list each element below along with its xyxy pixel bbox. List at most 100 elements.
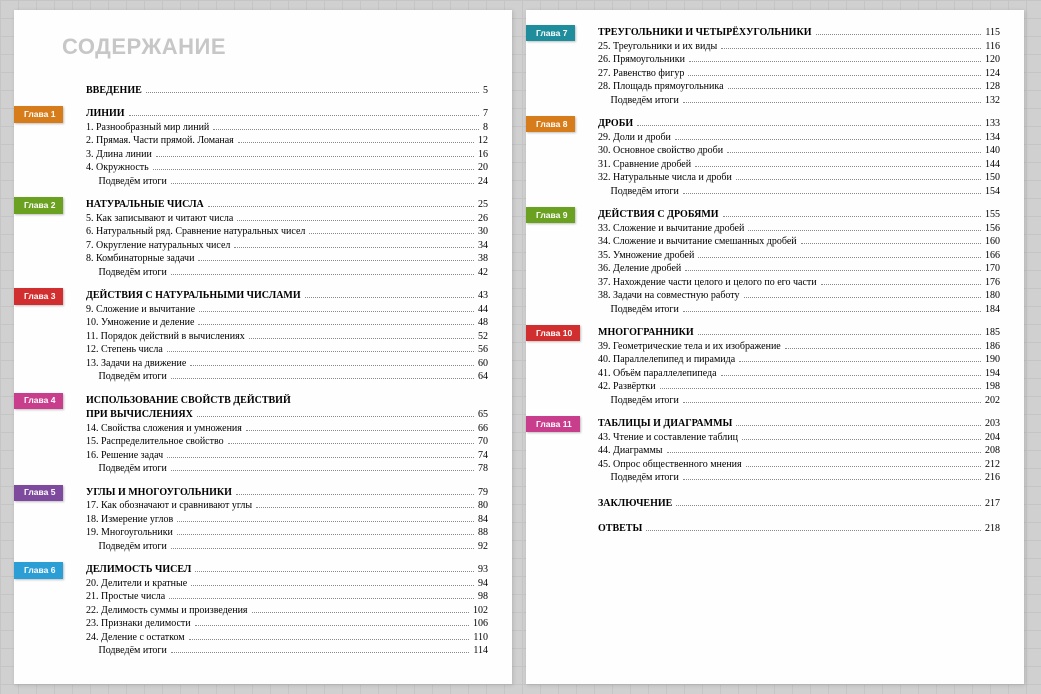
leader-dots <box>237 212 474 221</box>
toc-label: ПРИ ВЫЧИСЛЕНИЯХ <box>86 408 193 422</box>
leader-dots <box>746 458 981 467</box>
toc-page: 154 <box>985 185 1000 199</box>
chapter-summary: Подведём итоги202 <box>598 394 1000 408</box>
toc-label: ТАБЛИЦЫ И ДИАГРАММЫ <box>598 417 732 431</box>
chapter-section: ТРЕУГОЛЬНИКИ И ЧЕТЫРЁХУГОЛЬНИКИ11525. Тр… <box>598 26 1000 107</box>
leader-dots <box>675 131 981 140</box>
chapter-summary: Подведём итоги114 <box>86 644 488 658</box>
toc-page: 60 <box>478 357 488 371</box>
chapter-title-row: ДРОБИ133 <box>598 117 1000 131</box>
toc-page: 42 <box>478 266 488 280</box>
toc-label: 18. Измерение углов <box>86 513 173 527</box>
leader-dots <box>249 330 474 339</box>
toc-label: 32. Натуральные числа и дроби <box>598 171 732 185</box>
toc-label: 22. Делимость суммы и произведения <box>86 604 248 618</box>
chapter-summary: Подведём итоги64 <box>86 370 488 384</box>
leader-dots <box>256 500 474 509</box>
toc-item: 40. Параллелепипед и пирамида190 <box>598 353 1000 367</box>
leader-dots <box>234 239 474 248</box>
chapter-tab: Глава 9 <box>526 207 575 223</box>
toc-label: Подведём итоги <box>86 462 167 476</box>
toc-label: 30. Основное свойство дроби <box>598 144 723 158</box>
toc-item: 45. Опрос общественного мнения212 <box>598 458 1000 472</box>
intro-block: ВВЕДЕНИЕ5 <box>32 84 488 98</box>
toc-page: 34 <box>478 239 488 253</box>
toc-label: Подведём итоги <box>598 185 679 199</box>
chapter-tab: Глава 11 <box>526 416 580 432</box>
leader-dots <box>167 344 474 353</box>
toc-page: 140 <box>985 144 1000 158</box>
chapter-tab: Глава 4 <box>14 393 63 409</box>
toc-label: ЛИНИИ <box>86 107 125 121</box>
toc-item: 29. Доли и дроби134 <box>598 131 1000 145</box>
toc-label: 15. Распределительное свойство <box>86 435 224 449</box>
toc-label: 41. Объём параллелепипеда <box>598 367 717 381</box>
toc-page: 79 <box>478 486 488 500</box>
toc-label: 10. Умножение и деление <box>86 316 194 330</box>
chapter-block: Глава 8ДРОБИ13329. Доли и дроби13430. Ос… <box>544 117 1000 198</box>
chapter-summary: Подведём итоги216 <box>598 471 1000 485</box>
toc-page: 116 <box>985 40 1000 54</box>
toc-label: 37. Нахождение части целого и целого по … <box>598 276 817 290</box>
leader-dots <box>305 290 474 299</box>
toc-page: 184 <box>985 303 1000 317</box>
toc-page: 38 <box>478 252 488 266</box>
toc-page: 216 <box>985 471 1000 485</box>
leader-dots <box>727 145 981 154</box>
leader-dots <box>748 222 981 231</box>
toc-item: 3. Длина линии16 <box>86 148 488 162</box>
toc-label: 21. Простые числа <box>86 590 165 604</box>
leader-dots <box>723 209 981 218</box>
toc-page: 30 <box>478 225 488 239</box>
page-spread: СОДЕРЖАНИЕ ВВЕДЕНИЕ5Глава 1ЛИНИИ71. Разн… <box>0 0 1041 694</box>
toc-label: 45. Опрос общественного мнения <box>598 458 742 472</box>
leader-dots <box>198 253 474 262</box>
toc-page: 70 <box>478 435 488 449</box>
chapter-tab: Глава 7 <box>526 25 575 41</box>
leader-dots <box>683 94 981 103</box>
toc-page: 80 <box>478 499 488 513</box>
toc-label: ДРОБИ <box>598 117 633 131</box>
toc-item: 35. Умножение дробей166 <box>598 249 1000 263</box>
leader-dots <box>736 172 981 181</box>
toc-label: 34. Сложение и вычитание смешанных дробе… <box>598 235 797 249</box>
leader-dots <box>171 540 474 549</box>
leader-dots <box>129 108 479 117</box>
toc-item: 13. Задачи на движение60 <box>86 357 488 371</box>
toc-item: 11. Порядок действий в вычислениях52 <box>86 330 488 344</box>
leader-dots <box>801 236 981 245</box>
toc-label: Подведём итоги <box>598 94 679 108</box>
toc-page: 134 <box>985 131 1000 145</box>
toc-item: 12. Степень числа56 <box>86 343 488 357</box>
leader-dots <box>683 303 981 312</box>
leader-dots <box>195 618 469 627</box>
toc-item: 19. Многоугольники88 <box>86 526 488 540</box>
chapter-section: ДРОБИ13329. Доли и дроби13430. Основное … <box>598 117 1000 198</box>
toc-item: 24. Деление с остатком110 <box>86 631 488 645</box>
chapter-title-row: ТАБЛИЦЫ И ДИАГРАММЫ203 <box>598 417 1000 431</box>
chapter-title-row: УГЛЫ И МНОГОУГОЛЬНИКИ79 <box>86 486 488 500</box>
toc-page: 64 <box>478 370 488 384</box>
leader-dots <box>688 67 981 76</box>
chapter-tab: Глава 1 <box>14 106 63 122</box>
toc-page: 150 <box>985 171 1000 185</box>
leader-dots <box>736 418 981 427</box>
toc-page: 218 <box>985 522 1000 536</box>
chapter-summary: Подведём итоги132 <box>598 94 1000 108</box>
toc-label: НАТУРАЛЬНЫЕ ЧИСЛА <box>86 198 204 212</box>
chapter-block: Глава 10МНОГОГРАННИКИ18539. Геометрическ… <box>544 326 1000 407</box>
toc-item: 31. Сравнение дробей144 <box>598 158 1000 172</box>
toc-label: 5. Как записывают и читают числа <box>86 212 233 226</box>
toc-page: 144 <box>985 158 1000 172</box>
leader-dots <box>739 354 981 363</box>
toc-page: 20 <box>478 161 488 175</box>
leader-dots <box>246 422 474 431</box>
toc-item: 42. Развёртки198 <box>598 380 1000 394</box>
chapter-section: МНОГОГРАННИКИ18539. Геометрические тела … <box>598 326 1000 407</box>
chapter-block: Глава 2НАТУРАЛЬНЫЕ ЧИСЛА255. Как записыв… <box>32 198 488 279</box>
toc-label: 14. Свойства сложения и умножения <box>86 422 242 436</box>
toc-page: 166 <box>985 249 1000 263</box>
leader-dots <box>744 290 981 299</box>
toc-label: 19. Многоугольники <box>86 526 173 540</box>
toc-page: 110 <box>473 631 488 645</box>
